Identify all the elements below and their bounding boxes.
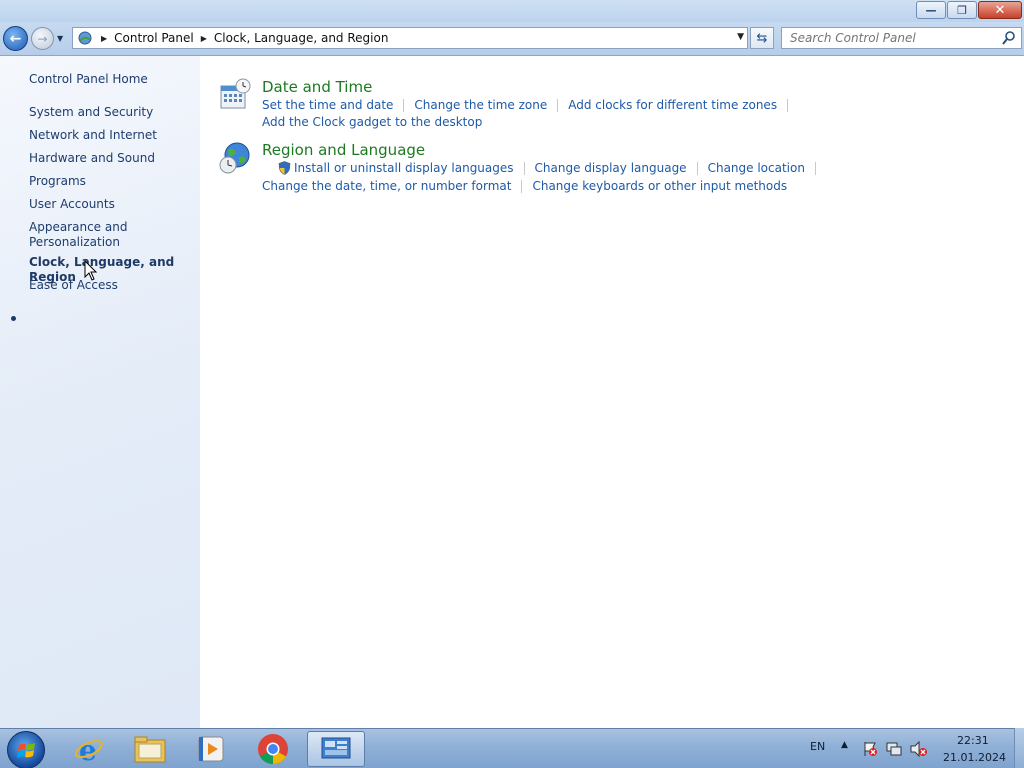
globe-clock-icon[interactable] [218,141,252,175]
show-hidden-icons-button[interactable]: ▲ [841,740,848,750]
change-display-language-link[interactable]: Change display language [535,161,687,175]
sidebar-item-ease-of-access[interactable]: Ease of Access [29,278,118,293]
change-date-time-number-format-link[interactable]: Change the date, time, or number format [262,179,511,193]
region-and-language-links: Install or uninstall display languages C… [278,161,826,175]
sidebar-item-hardware-sound[interactable]: Hardware and Sound [29,151,155,166]
windows-logo-icon [17,743,35,758]
start-button[interactable] [7,731,45,768]
taskbar-internet-explorer[interactable]: e [60,731,118,767]
taskbar-file-explorer[interactable] [121,731,179,767]
chevron-down-icon[interactable]: ▼ [737,32,744,42]
sidebar: Control Panel Home System and Security N… [0,56,200,728]
search-icon[interactable] [1001,30,1017,46]
refresh-button[interactable]: ⇆ [750,27,774,49]
taskbar-control-panel[interactable] [307,731,365,767]
chrome-icon [258,734,288,765]
sidebar-item-user-accounts[interactable]: User Accounts [29,197,115,212]
search-box[interactable] [781,27,1022,49]
main-content: Date and Time Set the time and date Chan… [200,56,1024,728]
link-divider [523,161,525,175]
clock-date[interactable]: 21.01.2024 [943,751,1006,764]
minimize-button[interactable]: — [916,1,946,19]
show-desktop-button[interactable] [1014,728,1024,768]
back-button[interactable]: ← [3,26,28,51]
control-panel-icon [78,31,92,45]
clock-time[interactable]: 22:31 [957,734,989,747]
taskbar-media-player[interactable] [182,731,240,767]
add-clock-gadget-link[interactable]: Add the Clock gadget to the desktop [262,115,482,129]
svg-text:e: e [79,734,97,765]
link-divider [787,98,789,112]
uac-shield-icon [278,161,291,175]
media-player-icon [198,736,224,762]
link-divider [557,98,559,112]
region-and-language-title[interactable]: Region and Language [262,141,425,159]
volume-muted-icon[interactable] [910,741,928,757]
file-explorer-icon [134,736,166,763]
add-clocks-link[interactable]: Add clocks for different time zones [568,98,777,112]
chevron-right-icon[interactable]: ▶ [101,34,107,43]
title-bar: — ❐ ✕ [0,0,1024,22]
install-display-languages-link[interactable]: Install or uninstall display languages [294,161,514,175]
link-divider [696,161,698,175]
date-and-time-links: Set the time and date Change the time zo… [262,98,798,112]
internet-explorer-icon: e [75,734,103,765]
close-button[interactable]: ✕ [978,1,1022,19]
sidebar-item-programs[interactable]: Programs [29,174,86,189]
sidebar-item-label: Appearance and [29,220,128,234]
address-bar[interactable]: ▶ Control Panel ▶ Clock, Language, and R… [72,27,748,49]
sidebar-item-system-security[interactable]: System and Security [29,105,153,120]
link-divider [403,98,405,112]
mouse-cursor-icon [84,260,98,281]
breadcrumb-control-panel[interactable]: Control Panel [114,31,194,45]
navigation-bar: ← → ▼ ▶ Control Panel ▶ Clock, Language,… [0,22,1024,56]
network-icon[interactable] [886,741,902,757]
sidebar-item-appearance-personalization[interactable]: Appearance and Personalization [29,220,127,250]
change-time-zone-link[interactable]: Change the time zone [414,98,547,112]
forward-button[interactable]: → [31,27,54,50]
calendar-clock-icon[interactable] [218,78,252,112]
sidebar-item-control-panel-home[interactable]: Control Panel Home [29,72,148,87]
link-divider [521,179,523,193]
change-location-link[interactable]: Change location [708,161,805,175]
region-and-language-links-row2: Change the date, time, or number format … [262,179,787,193]
date-and-time-title[interactable]: Date and Time [262,78,372,96]
action-center-icon[interactable] [862,741,878,757]
language-indicator[interactable]: EN [810,740,825,753]
change-keyboards-link[interactable]: Change keyboards or other input methods [532,179,787,193]
maximize-button[interactable]: ❐ [947,1,977,19]
sidebar-item-network-internet[interactable]: Network and Internet [29,128,157,143]
recent-pages-dropdown[interactable]: ▼ [57,34,63,43]
breadcrumb-clock-language-region[interactable]: Clock, Language, and Region [214,31,389,45]
taskbar-chrome[interactable] [244,731,302,767]
date-and-time-links-row2: Add the Clock gadget to the desktop [262,115,482,129]
sidebar-item-label: Personalization [29,235,120,249]
taskbar: e EN ▲ 22:31 21.01.2024 [0,728,1024,768]
chevron-right-icon[interactable]: ▶ [201,34,207,43]
active-bullet-icon [11,316,16,321]
link-divider [814,161,816,175]
set-time-and-date-link[interactable]: Set the time and date [262,98,393,112]
control-panel-icon [321,737,351,759]
search-input[interactable] [790,31,990,45]
